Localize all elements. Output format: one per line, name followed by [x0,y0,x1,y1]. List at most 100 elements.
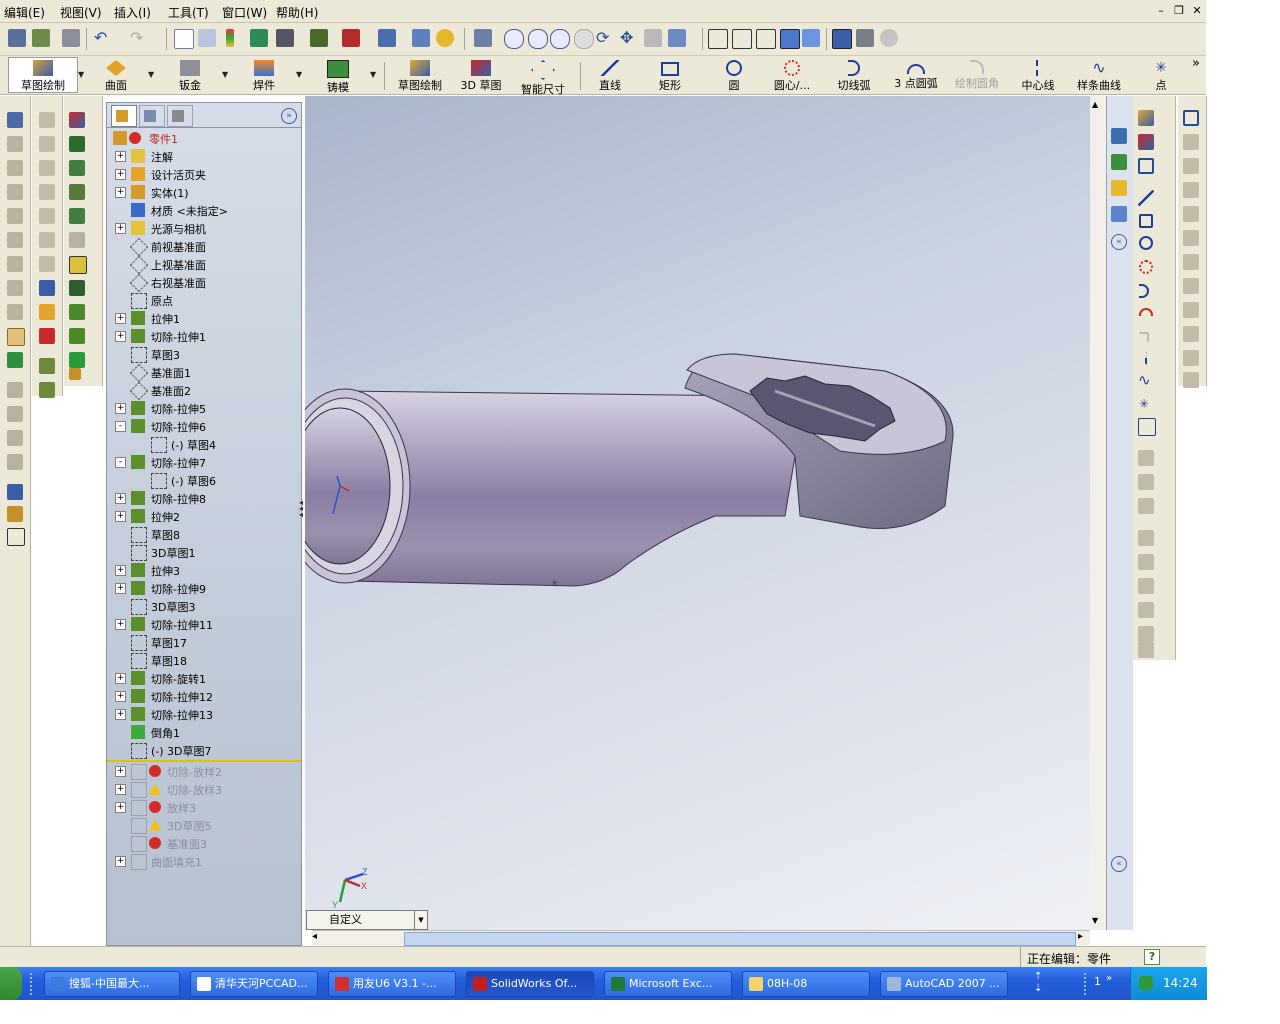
tab-sketch[interactable]: 草图绘制 [8,57,78,93]
add-relation-icon[interactable] [1183,278,1199,294]
expand-icon[interactable]: + [115,802,126,813]
line-icon[interactable] [1138,190,1154,206]
design-library-icon[interactable] [1111,154,1127,170]
tab-property[interactable] [139,105,165,127]
chamfer-icon[interactable] [69,352,85,368]
zoom-in-out-icon[interactable] [550,29,570,49]
sweep-icon[interactable] [7,160,23,176]
expand-icon[interactable]: + [115,169,126,180]
cut-extrude-icon[interactable] [7,232,23,248]
start-button[interactable] [0,967,22,1000]
extrude-icon[interactable] [69,160,85,176]
pan-icon[interactable]: ✥ [620,29,638,47]
arc-icon[interactable] [1139,260,1153,274]
revolve-boss-icon[interactable] [7,136,23,152]
mate-icon[interactable] [69,184,85,200]
centerline-button[interactable]: 中心线 [1016,58,1060,92]
fix-icon[interactable] [1183,326,1199,342]
expand-icon[interactable]: + [115,784,126,795]
taskbar-button[interactable]: Microsoft Exc... [604,971,732,997]
extrude-boss-icon[interactable] [7,112,23,128]
help-icon[interactable] [436,29,454,47]
draft-icon[interactable] [69,280,85,296]
menu-insert[interactable]: 插入(I) [114,4,151,21]
sketch-fillet-button[interactable]: 绘制圆角 [950,58,1004,92]
chevron-down-icon[interactable]: ▼ [222,70,228,79]
view-orientation-icon[interactable] [668,29,686,47]
feature-tool-icon[interactable] [39,184,55,200]
shell-icon[interactable] [69,232,85,248]
feature-tool-icon[interactable] [39,256,55,272]
expand-icon[interactable]: + [115,511,126,522]
3d-sketch-icon[interactable] [69,112,85,128]
convert-icon[interactable] [1138,578,1154,594]
vertical-scrollbar[interactable]: ▲ ▼ [1090,96,1106,930]
fillet-icon[interactable] [69,328,85,344]
home-icon[interactable] [1111,128,1127,144]
boss-icon[interactable] [39,358,55,374]
vertical-dimension-icon[interactable] [1183,158,1199,174]
wireframe-icon[interactable] [708,29,728,49]
chevron-right-icon[interactable]: » [1106,973,1112,984]
view-icon[interactable] [378,29,396,47]
security-shield-icon[interactable] [1139,976,1153,990]
select-filter-icon[interactable] [198,29,216,47]
display-relations-icon[interactable] [1183,302,1199,318]
reference-icon[interactable] [7,528,25,546]
chevron-down-icon[interactable]: ▼ [296,70,302,79]
mirror-icon[interactable] [1138,474,1154,490]
zoom-area-icon[interactable] [528,29,548,49]
cut-revolve-icon[interactable] [7,256,23,272]
mirror-icon[interactable] [7,484,23,500]
scroll-thumb[interactable] [404,932,1076,946]
menu-edit[interactable]: 编辑(E) [4,4,45,21]
tray-count[interactable]: 1 [1094,975,1101,988]
feature-tool-icon[interactable] [39,112,55,128]
smart-dimension-icon[interactable] [1138,158,1154,174]
feature-tool-icon[interactable] [39,136,55,152]
tab-weldments[interactable]: 焊件 [240,58,288,92]
zoom-selection-icon[interactable] [574,29,594,49]
panel-splitter-handle[interactable]: ◂ ◂ ◂ [299,499,304,524]
tangent-arc-icon[interactable] [1139,284,1149,298]
sketch-button[interactable]: 草图绘制 [392,58,448,92]
taskbar-button[interactable]: 08H-08 [742,971,870,997]
menu-view[interactable]: 视图(V) [60,4,102,21]
expand-icon[interactable]: + [115,151,126,162]
grid-icon[interactable] [250,29,268,47]
pattern-icon[interactable] [1138,626,1154,642]
collapse-icon[interactable]: - [115,457,126,468]
collapse-icon[interactable]: - [115,421,126,432]
print-icon[interactable] [62,29,80,47]
taskbar-button[interactable]: 用友U6 V3.1 -... [328,971,456,997]
grid-icon[interactable] [1138,418,1156,436]
feature-tool-icon[interactable] [39,160,55,176]
rotate-icon[interactable]: ⟳ [596,29,614,47]
trim-icon[interactable] [1138,530,1154,546]
offset-icon[interactable] [1138,498,1154,514]
roll-icon[interactable] [644,29,662,47]
expand-icon[interactable]: + [115,403,126,414]
fully-define-icon[interactable] [1183,372,1199,388]
restore-icon[interactable]: ❐ [1172,4,1186,17]
options-icon[interactable] [276,29,294,47]
shell-icon[interactable] [7,430,23,446]
realview-icon[interactable] [880,29,898,47]
macro-icon[interactable] [310,29,328,47]
expand-icon[interactable]: + [115,583,126,594]
cut-sweep-icon[interactable] [7,280,23,296]
taskbar-button[interactable]: 清华天河PCCAD... [190,971,318,997]
graphics-area[interactable]: ✳ Z X Y 自定义 ▼ [305,96,1090,930]
three-point-arc-button[interactable]: 3 点圆弧 [888,58,944,92]
extend-icon[interactable] [1138,554,1154,570]
collapse-left-icon[interactable]: « [1111,234,1127,250]
scroll-up-icon[interactable]: ▲ [1092,100,1098,109]
chevron-down-icon[interactable]: ▼ [414,911,427,929]
rectangle-button[interactable]: 矩形 [650,58,690,92]
expand-icon[interactable]: + [115,493,126,504]
boss-extrude-icon[interactable] [69,208,85,224]
view-palette-icon[interactable] [1111,206,1127,222]
move-icon[interactable] [1138,602,1154,618]
collapse-left-icon[interactable]: « [1111,856,1127,872]
centerline-icon[interactable] [1145,352,1149,368]
